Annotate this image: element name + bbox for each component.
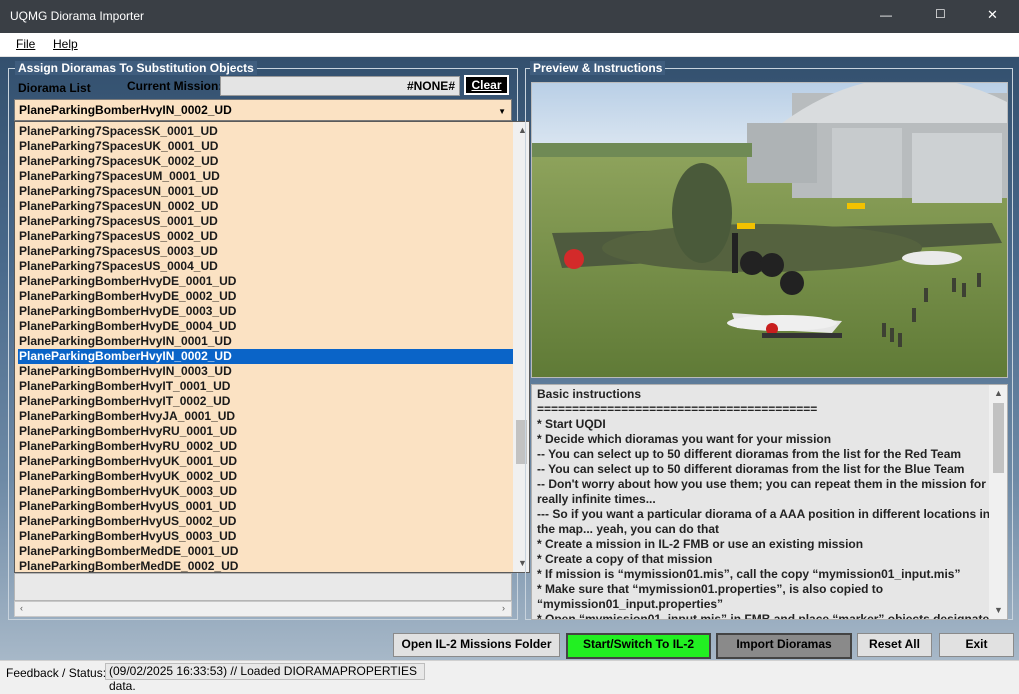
status-label: Feedback / Status: [6,666,107,680]
diorama-list-item[interactable]: PlaneParking7SpacesUS_0004_UD [18,259,515,274]
instructions-scroll-thumb[interactable] [993,403,1004,473]
diorama-list-item[interactable]: PlaneParkingBomberHvyIN_0001_UD [18,334,515,349]
diorama-list-item[interactable]: PlaneParkingBomberHvyUK_0001_UD [18,454,515,469]
diorama-list-item[interactable]: PlaneParkingBomberHvyUS_0001_UD [18,499,515,514]
diorama-list-label: Diorama List [18,81,91,95]
maximize-button[interactable]: ☐ [935,7,946,21]
instruction-line: * Open “mymission01_input.mis” in FMB an… [537,612,997,620]
instruction-line: * Create a copy of that mission [537,552,713,566]
instruction-line: --- So if you want a particular diorama … [537,507,991,521]
diorama-dropdown-list[interactable]: PlaneParking7SpacesSK_0001_UD PlaneParkin… [14,121,530,573]
diorama-list-item[interactable]: PlaneParkingBomberMedDE_0001_UD [18,544,515,559]
menu-help[interactable]: Help [53,37,78,51]
import-dioramas-button[interactable]: Import Dioramas [716,633,852,659]
diorama-list-item[interactable]: PlaneParkingBomberMedDE_0002_UD [18,559,515,572]
horizontal-scrollbar[interactable]: ‹ › [14,601,512,617]
preview-panel-title: Preview & Instructions [530,61,666,75]
diorama-list-item[interactable]: PlaneParking7SpacesUK_0001_UD [18,139,515,154]
title-bar: UQMG Diorama Importer — ☐ ✕ [0,0,1019,33]
clear-button[interactable]: Clear [464,75,509,95]
instruction-line: ======================================== [537,402,818,416]
instruction-line: really infinite times... [537,492,656,506]
instruction-line: Basic instructions [537,387,642,401]
menu-file[interactable]: File [16,37,35,51]
instruction-line: -- Don't worry about how you use them; y… [537,477,986,491]
instruction-line: -- You can select up to 50 different dio… [537,462,965,476]
diorama-list-item[interactable]: PlaneParking7SpacesUN_0001_UD [18,184,515,199]
diorama-list-item[interactable]: PlaneParkingBomberHvyIN_0002_UD [18,349,515,364]
diorama-list-item[interactable]: PlaneParkingBomberHvyJA_0001_UD [18,409,515,424]
diorama-list-item[interactable]: PlaneParking7SpacesUN_0002_UD [18,199,515,214]
scroll-left-icon[interactable]: ‹ [20,603,23,613]
diorama-list-item[interactable]: PlaneParkingBomberHvyIT_0001_UD [18,379,515,394]
instructions-vertical-scrollbar[interactable]: ▲ ▼ [989,385,1007,619]
chevron-down-icon[interactable]: ▼ [498,105,506,119]
diorama-list-item[interactable]: PlaneParking7SpacesUM_0001_UD [18,169,515,184]
minimize-button[interactable]: — [880,8,892,22]
instruction-line: * Decide which dioramas you want for you… [537,432,832,446]
diorama-list-item[interactable]: PlaneParkingBomberHvyDE_0001_UD [18,274,515,289]
diorama-list-item[interactable]: PlaneParking7SpacesUS_0001_UD [18,214,515,229]
menu-bar: File Help [0,33,1019,57]
diorama-list-item[interactable]: PlaneParkingBomberHvyDE_0003_UD [18,304,515,319]
diorama-list-item[interactable]: PlaneParking7SpacesUS_0002_UD [18,229,515,244]
list-footer-area [14,573,512,601]
diorama-list-item[interactable]: PlaneParkingBomberHvyRU_0002_UD [18,439,515,454]
exit-button[interactable]: Exit [939,633,1014,657]
diorama-list-item[interactable]: PlaneParking7SpacesUK_0002_UD [18,154,515,169]
diorama-list-item[interactable]: PlaneParkingBomberHvyUK_0002_UD [18,469,515,484]
diorama-list-item[interactable]: PlaneParkingBomberHvyUS_0002_UD [18,514,515,529]
close-button[interactable]: ✕ [987,7,998,23]
diorama-list-item[interactable]: PlaneParkingBomberHvyDE_0002_UD [18,289,515,304]
status-bar: Feedback / Status: (09/02/2025 16:33:53)… [0,660,1019,693]
diorama-combo-value: PlaneParkingBomberHvyIN_0002_UD [19,103,232,117]
instruction-line: * Make sure that “mymission01.properties… [537,582,884,596]
window-title: UQMG Diorama Importer [10,9,145,23]
diorama-list-item[interactable]: PlaneParkingBomberHvyUS_0003_UD [18,529,515,544]
instruction-line: * If mission is “mymission01.mis”, call … [537,567,961,581]
scroll-down-icon[interactable]: ▼ [994,605,1003,615]
instruction-line: the map... yeah, you can do that [537,522,720,536]
instruction-line: * Create a mission in IL-2 FMB or use an… [537,537,864,551]
diorama-combo[interactable]: PlaneParkingBomberHvyIN_0002_UD ▼ [14,99,512,121]
current-mission-field[interactable]: #NONE# [220,76,460,96]
instruction-line: -- You can select up to 50 different dio… [537,447,962,461]
assign-panel-title: Assign Dioramas To Substitution Objects [15,61,257,75]
diorama-list-item[interactable]: PlaneParkingBomberHvyDE_0004_UD [18,319,515,334]
instruction-line: * Start UQDI [537,417,606,431]
diorama-list-item[interactable]: PlaneParkingBomberHvyRU_0001_UD [18,424,515,439]
diorama-list-item[interactable]: PlaneParkingBomberHvyUK_0003_UD [18,484,515,499]
instructions-textbox[interactable]: Basic instructions ======================… [531,384,1008,620]
diorama-list-item[interactable]: PlaneParking7SpacesUS_0003_UD [18,244,515,259]
status-text: (09/02/2025 16:33:53) // Loaded DIORAMAP… [105,663,425,693]
diorama-list-item[interactable]: PlaneParkingBomberHvyIT_0002_UD [18,394,515,409]
open-missions-folder-button[interactable]: Open IL-2 Missions Folder [393,633,560,657]
diorama-list-item[interactable]: PlaneParking7SpacesSK_0001_UD [18,124,515,139]
reset-all-button[interactable]: Reset All [857,633,932,657]
current-mission-label: Current Mission: [127,79,223,93]
start-switch-il2-button[interactable]: Start/Switch To IL-2 [566,633,711,659]
scroll-right-icon[interactable]: › [502,603,505,613]
instruction-line: “mymission01_input.properties” [537,597,724,611]
scroll-up-icon[interactable]: ▲ [994,388,1003,398]
diorama-preview-image [531,82,1008,378]
diorama-list-item[interactable]: PlaneParkingBomberHvyIN_0003_UD [18,364,515,379]
